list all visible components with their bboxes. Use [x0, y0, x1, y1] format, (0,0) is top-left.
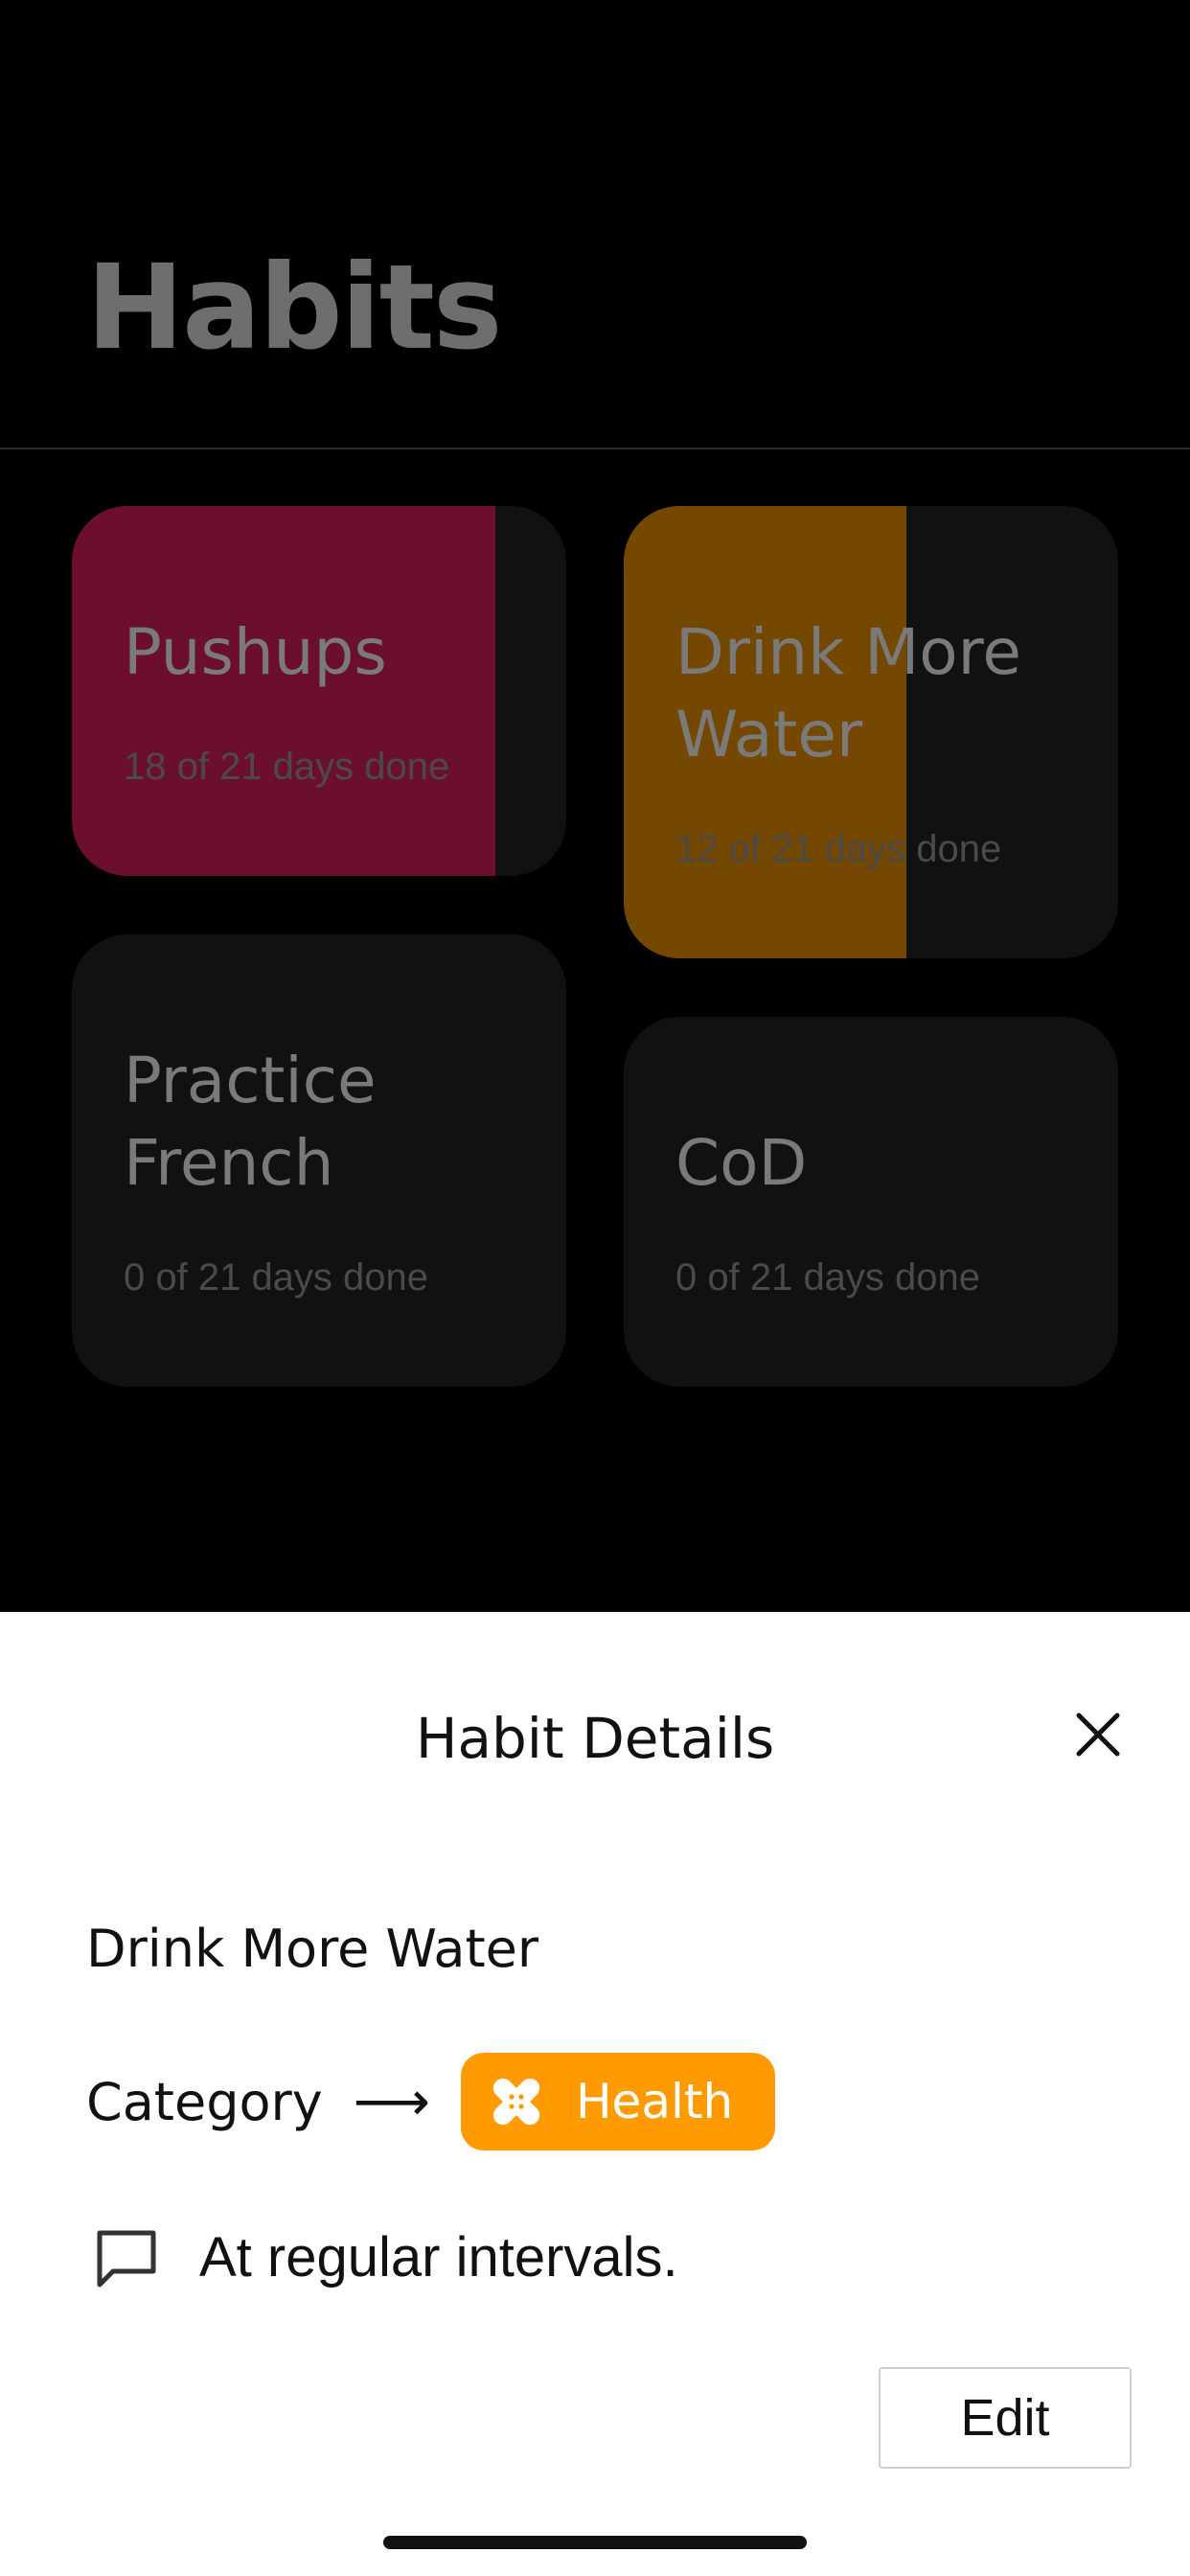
home-indicator — [383, 2536, 807, 2549]
habit-card-progress: 0 of 21 days done — [675, 1256, 981, 1299]
habits-screen: Habits Pushups 18 of 21 days done Drink … — [0, 0, 1190, 2576]
close-icon — [1076, 1713, 1120, 1757]
habit-name: Drink More Water — [86, 1919, 539, 1979]
bandage-icon — [492, 2078, 540, 2126]
habit-note: At regular intervals. — [199, 2226, 678, 2288]
arrow-right-icon: ⟶ — [353, 2070, 430, 2133]
note-row: At regular intervals. — [94, 2225, 678, 2289]
category-chip-label: Health — [575, 2074, 734, 2129]
habit-details-sheet: Habit Details Drink More Water Category … — [0, 1612, 1190, 2576]
sheet-title: Habit Details — [415, 1706, 775, 1771]
habit-card-practice-french[interactable]: Practice French 0 of 21 days done — [72, 934, 566, 1387]
page-title: Habits — [86, 240, 503, 376]
habit-card-name: CoD — [675, 1126, 808, 1200]
header-divider — [0, 448, 1190, 449]
category-row: Category ⟶ Health — [86, 2053, 776, 2150]
habit-card-progress: 12 of 21 days done — [675, 828, 1002, 870]
habit-card-progress: 0 of 21 days done — [124, 1256, 429, 1299]
habit-card-name: Pushups — [124, 615, 387, 689]
category-label: Category — [86, 2071, 323, 2132]
habit-card-drink-more-water[interactable]: Drink More Water 12 of 21 days done — [624, 506, 1118, 958]
habit-card-progress: 18 of 21 days done — [124, 746, 450, 788]
comment-icon — [97, 2230, 156, 2287]
habit-card-name: Drink More Water — [675, 615, 1021, 771]
habit-card-cod[interactable]: CoD 0 of 21 days done — [624, 1017, 1118, 1387]
category-chip[interactable]: Health — [460, 2053, 776, 2150]
habit-card-name: Practice French — [124, 1044, 377, 1200]
edit-button[interactable]: Edit — [879, 2367, 1132, 2469]
close-button[interactable] — [1069, 1706, 1127, 1763]
habit-card-pushups[interactable]: Pushups 18 of 21 days done — [72, 506, 566, 876]
